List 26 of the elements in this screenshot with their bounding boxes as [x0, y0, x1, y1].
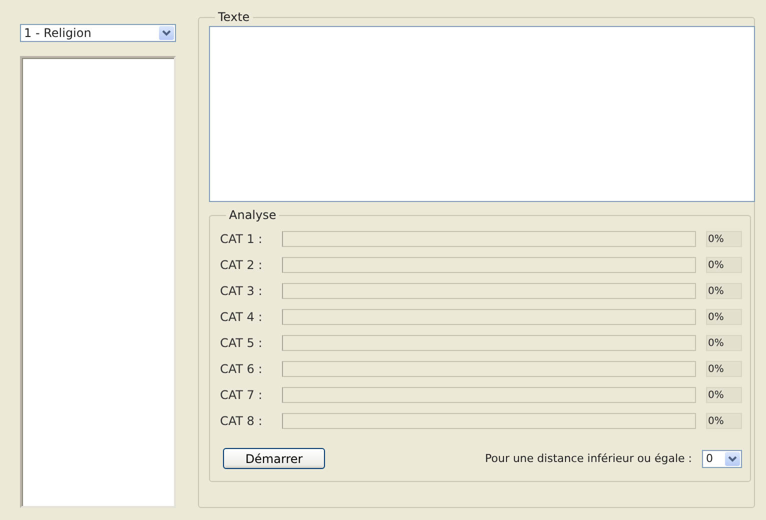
dropdown-button[interactable]: [725, 452, 740, 466]
category-label: CAT 5 :: [220, 336, 264, 350]
percent-field: 0%: [706, 335, 742, 351]
percent-field: 0%: [706, 283, 742, 299]
percent-field: 0%: [706, 309, 742, 325]
distance-label: Pour une distance inférieur ou égale :: [485, 452, 692, 465]
chevron-icon: [162, 30, 171, 36]
distance-dropdown[interactable]: 0: [702, 450, 742, 468]
category-label: CAT 4 :: [220, 310, 264, 324]
percent-field: 0%: [706, 231, 742, 247]
start-button[interactable]: Démarrer: [223, 448, 325, 469]
category-label: CAT 6 :: [220, 362, 264, 376]
group-title: Texte: [217, 10, 251, 24]
chevron-icon: [728, 456, 737, 462]
category-dropdown[interactable]: 1 - Religion: [20, 24, 176, 42]
category-label: CAT 1 :: [220, 232, 264, 246]
category-label: CAT 8 :: [220, 414, 264, 428]
percent-field: 0%: [706, 361, 742, 377]
percent-field: 0%: [706, 413, 742, 429]
category-label: CAT 3 :: [220, 284, 264, 298]
category-label: CAT 2 :: [220, 258, 264, 272]
percent-field: 0%: [706, 387, 742, 403]
percent-field: 0%: [706, 257, 742, 273]
category-label: CAT 7 :: [220, 388, 264, 402]
group-title: Analyse: [228, 208, 278, 222]
dropdown-button[interactable]: [159, 26, 174, 40]
